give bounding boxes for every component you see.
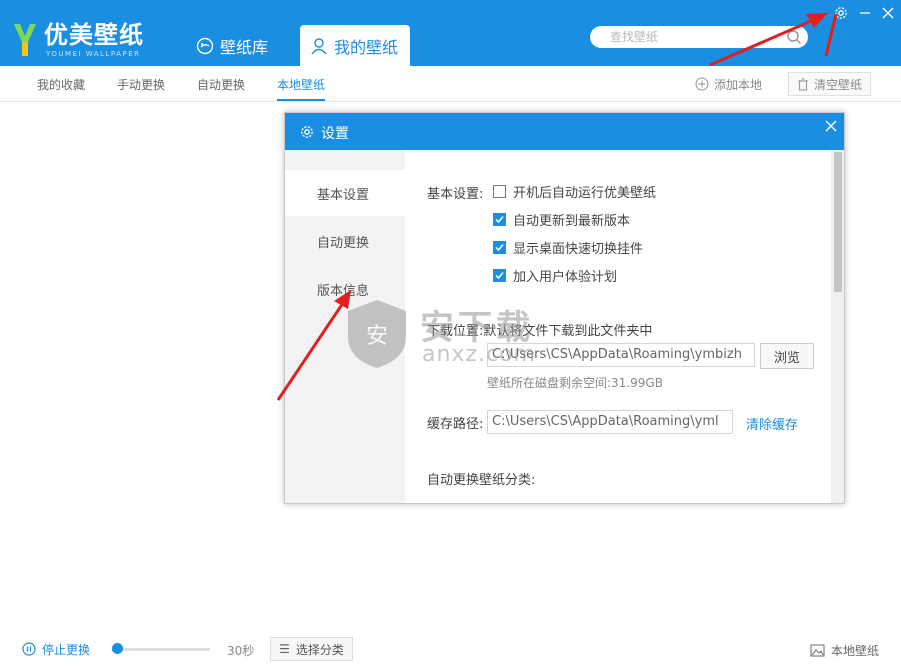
subtab-favorites[interactable]: 我的收藏 <box>37 76 85 93</box>
gear-icon <box>835 7 847 19</box>
tab-my-wallpaper-label: 我的壁纸 <box>334 37 399 57</box>
sub-navigation: 我的收藏 手动更换 自动更换 本地壁纸 添加本地 清空壁纸 <box>0 66 901 102</box>
dialog-title: 设置 <box>321 126 349 142</box>
close-button[interactable] <box>879 4 897 22</box>
minimize-icon <box>860 12 870 14</box>
plus-circle-icon <box>695 77 709 91</box>
checkbox-autostart[interactable] <box>493 184 506 198</box>
browse-button[interactable]: 浏览 <box>760 343 814 369</box>
watermark-shield-char: 安 <box>366 324 388 349</box>
stop-change-button[interactable]: 停止更换 <box>22 640 90 658</box>
dialog-scrollbar[interactable] <box>831 150 844 503</box>
check-icon <box>495 215 504 223</box>
checkbox-auto-update[interactable] <box>493 212 506 226</box>
watermark-shield-icon: 安 <box>348 300 406 368</box>
settings-button[interactable] <box>832 4 850 22</box>
clear-cache-link[interactable]: 清除缓存 <box>746 414 798 433</box>
basic-settings-label: 基本设置: <box>427 187 484 202</box>
check-icon <box>495 271 504 279</box>
footer-bar: 停止更换 30秒 ☰ 选择分类 本地壁纸 <box>0 632 901 668</box>
list-icon: ☰ <box>279 642 290 656</box>
minimize-button[interactable] <box>856 4 874 22</box>
close-icon[interactable] <box>824 119 838 133</box>
tab-wallpaper-library-label: 壁纸库 <box>220 37 269 57</box>
option-user-experience[interactable]: 加入用户体验计划 <box>493 267 618 285</box>
gear-icon <box>301 126 313 138</box>
watermark-domain: anxz.com <box>422 342 536 367</box>
clear-wallpaper-label: 清空壁纸 <box>813 77 862 92</box>
tab-wallpaper-library[interactable]: 壁纸库 <box>190 25 290 66</box>
app-logo-icon <box>14 24 36 56</box>
image-icon <box>810 643 825 657</box>
app-logo-subtitle: YOUMEI WALLPAPER <box>46 50 141 58</box>
dialog-scrollbar-thumb[interactable] <box>834 152 842 292</box>
app-header: 优美壁纸 YOUMEI WALLPAPER 壁纸库 我的壁纸 <box>0 0 901 66</box>
sidebar-item-basic-settings[interactable]: 基本设置 <box>285 170 405 216</box>
active-subtab-indicator <box>277 99 325 101</box>
subtab-local-wallpaper[interactable]: 本地壁纸 <box>277 76 325 93</box>
option-user-experience-label: 加入用户体验计划 <box>513 269 618 285</box>
dialog-header: 设置 <box>285 113 844 150</box>
trash-icon <box>797 77 808 91</box>
add-local-button[interactable]: 添加本地 <box>695 74 762 94</box>
cache-path-field[interactable]: C:\Users\CS\AppData\Roaming\yml <box>487 410 733 434</box>
subtab-auto-change[interactable]: 自动更换 <box>197 76 245 93</box>
option-desktop-widget[interactable]: 显示桌面快速切换挂件 <box>493 239 644 257</box>
close-icon <box>882 7 894 19</box>
checkbox-desktop-widget[interactable] <box>493 240 506 254</box>
clear-wallpaper-button[interactable]: 清空壁纸 <box>788 72 871 96</box>
subtab-manual-change[interactable]: 手动更换 <box>117 76 165 93</box>
user-icon <box>311 37 327 54</box>
tab-my-wallpaper[interactable]: 我的壁纸 <box>300 25 410 66</box>
interval-value: 30秒 <box>227 644 255 658</box>
option-auto-update-label: 自动更新到最新版本 <box>513 213 631 229</box>
app-logo-text: 优美壁纸 <box>44 21 144 49</box>
search-icon[interactable] <box>786 29 802 45</box>
sidebar-item-auto-change[interactable]: 自动更换 <box>285 218 405 264</box>
pause-circle-icon <box>22 642 36 656</box>
checkbox-user-experience[interactable] <box>493 268 506 282</box>
local-wallpaper-button[interactable]: 本地壁纸 <box>810 641 879 659</box>
option-autostart-label: 开机后自动运行优美壁纸 <box>513 185 657 201</box>
option-auto-update[interactable]: 自动更新到最新版本 <box>493 211 631 229</box>
palette-icon <box>196 37 214 54</box>
disk-space-text: 壁纸所在磁盘剩余空间:31.99GB <box>487 376 663 390</box>
interval-slider-knob[interactable] <box>111 643 123 654</box>
check-icon <box>495 243 504 251</box>
auto-category-label: 自动更换壁纸分类: <box>427 473 536 488</box>
select-category-button[interactable]: ☰ 选择分类 <box>270 637 353 661</box>
select-category-label: 选择分类 <box>295 642 344 657</box>
option-desktop-widget-label: 显示桌面快速切换挂件 <box>513 241 644 257</box>
local-wallpaper-label: 本地壁纸 <box>831 643 880 658</box>
interval-slider[interactable] <box>112 648 210 651</box>
search-box <box>590 26 808 48</box>
search-input[interactable] <box>610 28 780 46</box>
add-local-label: 添加本地 <box>714 77 763 92</box>
cache-path-label: 缓存路径: <box>427 417 484 432</box>
stop-change-label: 停止更换 <box>42 642 91 657</box>
option-autostart[interactable]: 开机后自动运行优美壁纸 <box>493 183 657 201</box>
